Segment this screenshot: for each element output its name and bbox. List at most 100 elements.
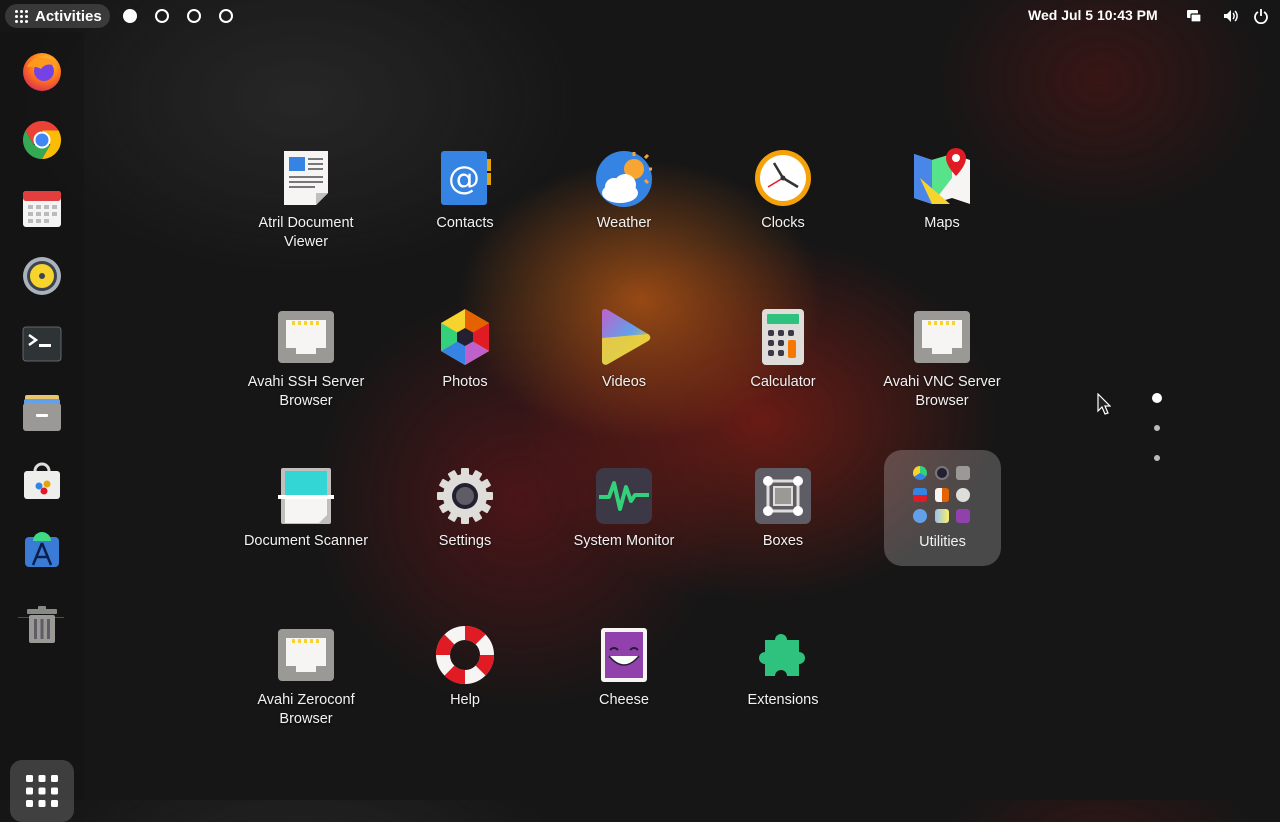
app-label: Avahi SSH Server Browser xyxy=(247,374,365,409)
app-boxes[interactable]: Boxes xyxy=(713,466,853,551)
volume-icon[interactable] xyxy=(1223,8,1239,24)
app-avahi-zeroconf-browser[interactable]: Avahi Zeroconf Browser xyxy=(236,625,376,729)
folder-label: Utilities xyxy=(919,534,966,550)
dock xyxy=(0,32,84,822)
app-label: Avahi Zeroconf Browser xyxy=(257,692,355,727)
photos-icon xyxy=(441,309,489,365)
folder-mini-icon xyxy=(913,488,927,502)
help-lifebuoy-icon xyxy=(436,626,494,684)
app-label: System Monitor xyxy=(573,533,675,549)
dock-item-rhythmbox[interactable] xyxy=(20,254,64,298)
app-document-scanner[interactable]: Document Scanner xyxy=(236,466,376,551)
calendar-icon xyxy=(23,191,61,227)
app-atril-document-viewer[interactable]: Atril Document Viewer xyxy=(236,148,376,252)
app-label: Contacts xyxy=(436,215,494,231)
folder-mini-icon xyxy=(956,488,970,502)
app-photos[interactable]: Photos xyxy=(395,307,535,392)
activities-button[interactable]: Activities xyxy=(5,4,110,28)
show-apps-button[interactable] xyxy=(10,760,74,822)
speaker-icon xyxy=(23,257,61,295)
network-port-icon xyxy=(278,311,334,363)
folder-mini-icon xyxy=(913,466,927,480)
app-clocks[interactable]: Clocks xyxy=(713,148,853,233)
maps-icon xyxy=(914,148,970,204)
folder-mini-icon xyxy=(956,509,970,523)
app-help[interactable]: Help xyxy=(395,625,535,710)
app-label: Maps xyxy=(924,215,960,231)
network-icon[interactable] xyxy=(1186,8,1202,24)
folder-mini-icon xyxy=(935,509,949,523)
activities-label: Activities xyxy=(35,7,102,25)
firefox-icon xyxy=(23,53,61,91)
boxes-icon xyxy=(755,468,811,524)
chrome-icon xyxy=(22,120,62,160)
app-label: Clocks xyxy=(761,215,805,231)
page-dot-3[interactable] xyxy=(1154,455,1160,461)
trash-icon xyxy=(27,606,57,643)
app-label: Extensions xyxy=(747,692,819,708)
app-label: Help xyxy=(450,692,480,708)
workspace-indicator-4[interactable] xyxy=(219,9,233,23)
app-avahi-vnc-server-browser[interactable]: Avahi VNC Server Browser xyxy=(872,307,1012,411)
cheese-icon xyxy=(601,628,647,682)
app-label: Cheese xyxy=(599,692,649,708)
dock-item-trash[interactable] xyxy=(20,602,64,646)
page-dot-2[interactable] xyxy=(1154,425,1160,431)
workspace-indicator-3[interactable] xyxy=(187,9,201,23)
folder-mini-icon xyxy=(956,466,970,480)
dock-item-software[interactable] xyxy=(20,458,64,502)
network-port-icon xyxy=(914,311,970,363)
extensions-puzzle-icon xyxy=(759,634,805,676)
android-studio-icon xyxy=(25,532,59,567)
folder-mini-icon xyxy=(913,509,927,523)
files-icon xyxy=(23,395,61,431)
contacts-icon: @ xyxy=(441,151,491,205)
app-label: Photos xyxy=(442,374,488,390)
app-label: Avahi VNC Server Browser xyxy=(883,374,1001,409)
app-contacts[interactable]: @ Contacts xyxy=(395,148,535,233)
app-label: Document Scanner xyxy=(243,533,369,549)
dock-item-firefox[interactable] xyxy=(20,50,64,94)
app-weather[interactable]: Weather xyxy=(554,148,694,233)
app-cheese[interactable]: Cheese xyxy=(554,625,694,710)
dock-item-terminal[interactable] xyxy=(20,322,64,366)
app-label: Boxes xyxy=(762,533,804,549)
app-label: Settings xyxy=(438,533,492,549)
app-calculator[interactable]: Calculator xyxy=(713,307,853,392)
videos-icon xyxy=(602,308,651,365)
scanner-icon xyxy=(278,468,334,524)
software-icon xyxy=(24,462,60,499)
app-label: Weather xyxy=(596,215,652,231)
app-label: Atril Document Viewer xyxy=(258,215,354,250)
app-settings[interactable]: Settings xyxy=(395,466,535,551)
network-port-icon xyxy=(278,629,334,681)
terminal-icon xyxy=(22,326,62,362)
folder-mini-icon xyxy=(935,466,949,480)
svg-text:@: @ xyxy=(448,159,480,197)
power-icon[interactable] xyxy=(1253,8,1269,24)
dock-item-files[interactable] xyxy=(20,390,64,434)
app-folder-utilities[interactable]: Utilities xyxy=(884,450,1001,566)
app-system-monitor[interactable]: System Monitor xyxy=(554,466,694,551)
date-time[interactable]: Wed Jul 5 10:43 PM xyxy=(1028,7,1158,23)
weather-icon xyxy=(596,151,652,207)
show-apps-grid-icon xyxy=(26,775,58,807)
page-dot-1[interactable] xyxy=(1152,393,1162,403)
activities-grid-icon xyxy=(15,9,28,23)
dock-item-calendar[interactable] xyxy=(20,186,64,230)
app-avahi-ssh-server-browser[interactable]: Avahi SSH Server Browser xyxy=(236,307,376,411)
top-bar: Activities Wed Jul 5 10:43 PM xyxy=(0,0,1280,32)
calculator-icon xyxy=(762,309,804,365)
dock-item-android-studio[interactable] xyxy=(20,526,64,570)
system-monitor-icon xyxy=(596,468,652,524)
mouse-cursor-icon xyxy=(1097,393,1111,415)
app-maps[interactable]: Maps xyxy=(872,148,1012,233)
workspace-indicator-1[interactable] xyxy=(123,9,137,23)
app-videos[interactable]: Videos xyxy=(554,307,694,392)
workspace-indicator-2[interactable] xyxy=(155,9,169,23)
app-label: Videos xyxy=(601,374,647,390)
clock-icon xyxy=(755,150,811,206)
app-extensions[interactable]: Extensions xyxy=(713,625,853,710)
dock-item-chrome[interactable] xyxy=(20,118,64,162)
folder-mini-icon xyxy=(935,488,949,502)
